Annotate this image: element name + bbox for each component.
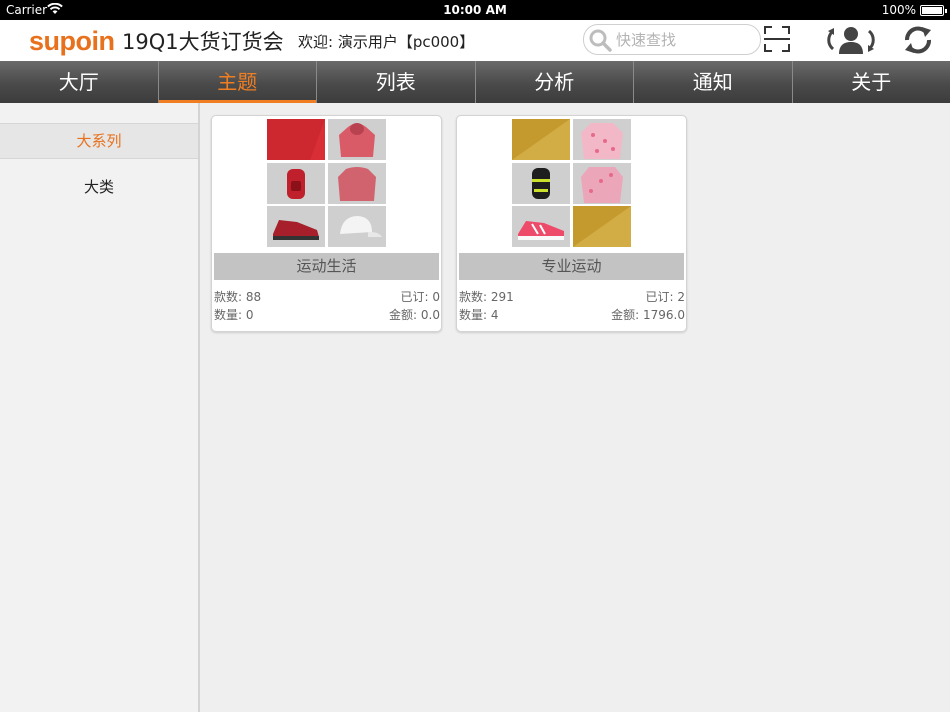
- refresh-icon[interactable]: [898, 22, 938, 58]
- card-title: 运动生活: [214, 253, 439, 280]
- product-thumbnails: [267, 119, 387, 247]
- pink-hoodie-image: [328, 119, 386, 160]
- search-input[interactable]: [616, 29, 756, 51]
- tab-list[interactable]: 列表: [317, 61, 476, 103]
- app-screen: Carrier 10:00 AM 100% supoin 19Q1大货订货会 欢…: [0, 0, 950, 712]
- app-title: 19Q1大货订货会: [122, 30, 284, 54]
- pink-hoodie-back-image: [328, 163, 386, 204]
- pink-jacket-back-image: [573, 163, 631, 204]
- status-bar: Carrier 10:00 AM 100%: [0, 0, 950, 20]
- main-nav: 大厅 主题 列表 分析 通知 关于: [0, 61, 950, 103]
- gold-swatch-image: [512, 119, 570, 160]
- pink-running-shoe-image: [512, 206, 570, 247]
- sidebar: 大系列 大类: [0, 103, 200, 712]
- sidebar-item-series[interactable]: 大系列: [0, 123, 198, 159]
- tab-hall[interactable]: 大厅: [0, 61, 159, 103]
- black-backpack-image: [512, 163, 570, 204]
- quantity-value: 数量: 4: [459, 308, 499, 322]
- scan-icon[interactable]: [762, 22, 792, 58]
- product-thumbnails: [512, 119, 632, 247]
- supoin-logo: supoin: [29, 26, 115, 56]
- search-box[interactable]: [583, 24, 761, 55]
- white-cap-image: [328, 206, 386, 247]
- red-sneaker-image: [267, 206, 325, 247]
- tab-analysis[interactable]: 分析: [476, 61, 634, 103]
- styles-count: 款数: 291: [459, 290, 514, 304]
- ordered-count: 已订: 2: [645, 290, 686, 304]
- search-icon: [588, 28, 612, 52]
- tab-theme[interactable]: 主题: [158, 61, 317, 103]
- amount-value: 金额: 1796.0: [611, 308, 685, 322]
- welcome-text: 欢迎: 演示用户【pc000】: [298, 33, 475, 51]
- card-title: 专业运动: [459, 253, 684, 280]
- theme-card-sport-life[interactable]: 运动生活 款数: 88 已订: 0 数量: 0 金额: 0.0: [211, 115, 442, 332]
- clock: 10:00 AM: [443, 3, 507, 17]
- battery-icon: [920, 5, 947, 16]
- red-backpack-image: [267, 163, 325, 204]
- quantity-value: 数量: 0: [214, 308, 254, 322]
- switch-user-icon[interactable]: [822, 22, 880, 58]
- app-header: supoin 19Q1大货订货会 欢迎: 演示用户【pc000】: [0, 20, 950, 61]
- red-swatch-image: [267, 119, 325, 160]
- tab-about[interactable]: 关于: [793, 61, 950, 103]
- pink-jacket-image: [573, 119, 631, 160]
- sidebar-item-category[interactable]: 大类: [0, 169, 198, 205]
- tab-notice[interactable]: 通知: [634, 61, 793, 103]
- battery-percent: 100%: [881, 3, 916, 17]
- ordered-count: 已订: 0: [400, 290, 441, 304]
- styles-count: 款数: 88: [214, 290, 262, 304]
- gold-swatch-image: [573, 206, 631, 247]
- theme-card-pro-sport[interactable]: 专业运动 款数: 291 已订: 2 数量: 4 金额: 1796.0: [456, 115, 687, 332]
- amount-value: 金额: 0.0: [389, 308, 440, 322]
